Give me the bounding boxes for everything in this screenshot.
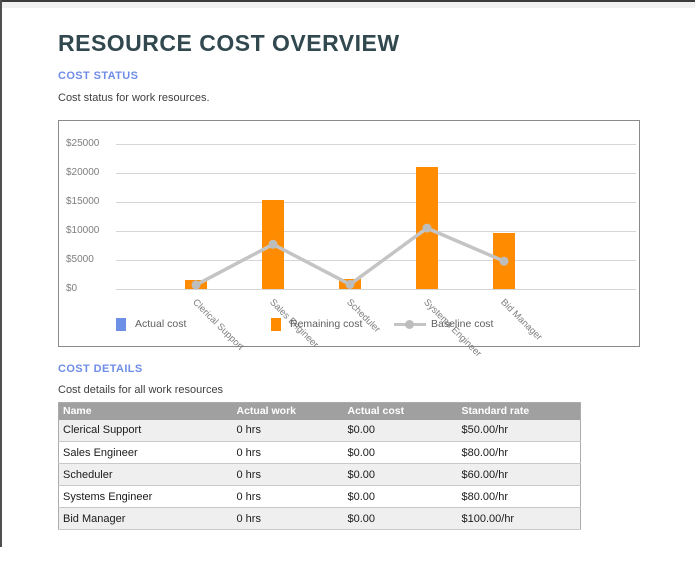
table-cell: $60.00/hr xyxy=(458,464,581,486)
table-cell: $0.00 xyxy=(344,464,458,486)
table-cell: 0 hrs xyxy=(233,442,344,464)
table-cell: $80.00/hr xyxy=(458,486,581,508)
table-cell: $50.00/hr xyxy=(458,420,581,442)
table-cell: 0 hrs xyxy=(233,420,344,442)
baseline-cost-legend-icon xyxy=(394,318,426,331)
table-cell: $0.00 xyxy=(344,442,458,464)
legend-label: Remaining cost xyxy=(290,318,362,330)
table-body: Clerical Support0 hrs$0.00$50.00/hrSales… xyxy=(59,420,581,530)
table-cell: Systems Engineer xyxy=(59,486,233,508)
cost-status-chart[interactable]: $25000$20000$15000$10000$5000$0Clerical … xyxy=(58,120,640,347)
table-row: Bid Manager0 hrs$0.00$100.00/hr xyxy=(59,508,581,530)
table-cell: $0.00 xyxy=(344,486,458,508)
table-header-cell: Standard rate xyxy=(458,403,581,420)
cost-details-heading: COST DETAILS xyxy=(58,363,143,375)
chart-plot: $25000$20000$15000$10000$5000$0Clerical … xyxy=(59,121,639,346)
line-marker xyxy=(423,224,432,233)
table-cell: Scheduler xyxy=(59,464,233,486)
legend-item: Baseline cost xyxy=(394,317,493,331)
table-cell: Sales Engineer xyxy=(59,442,233,464)
table-header-cell: Actual cost xyxy=(344,403,458,420)
table-cell: $80.00/hr xyxy=(458,442,581,464)
legend-item: Remaining cost xyxy=(271,317,362,331)
cost-details-table[interactable]: NameActual workActual costStandard rate … xyxy=(58,402,581,530)
legend-swatch xyxy=(116,318,126,331)
cost-details-description: Cost details for all work resources xyxy=(58,384,223,396)
page-title: RESOURCE COST OVERVIEW xyxy=(58,30,400,57)
cost-status-description: Cost status for work resources. xyxy=(58,92,210,104)
window-top-strip xyxy=(0,2,695,8)
table-header-row: NameActual workActual costStandard rate xyxy=(59,403,581,420)
baseline-cost-line xyxy=(59,121,639,346)
table-cell: Bid Manager xyxy=(59,508,233,530)
legend-item: Actual cost xyxy=(116,317,186,331)
table-cell: $0.00 xyxy=(344,508,458,530)
table-cell: 0 hrs xyxy=(233,508,344,530)
table-cell: $0.00 xyxy=(344,420,458,442)
table-row: Sales Engineer0 hrs$0.00$80.00/hr xyxy=(59,442,581,464)
legend-swatch xyxy=(271,318,281,331)
window-left-edge xyxy=(0,0,2,547)
line-marker xyxy=(500,257,509,266)
line-marker xyxy=(346,280,355,289)
table-cell: 0 hrs xyxy=(233,486,344,508)
table-row: Scheduler0 hrs$0.00$60.00/hr xyxy=(59,464,581,486)
report-page: RESOURCE COST OVERVIEW COST STATUS Cost … xyxy=(0,0,695,564)
table-header-cell: Name xyxy=(59,403,233,420)
table-cell: Clerical Support xyxy=(59,420,233,442)
legend-label: Baseline cost xyxy=(431,318,493,330)
cost-status-heading: COST STATUS xyxy=(58,70,138,82)
table-cell: 0 hrs xyxy=(233,464,344,486)
line-marker xyxy=(192,280,201,289)
table-header-cell: Actual work xyxy=(233,403,344,420)
line-marker xyxy=(269,240,278,249)
table-row: Clerical Support0 hrs$0.00$50.00/hr xyxy=(59,420,581,442)
table-cell: $100.00/hr xyxy=(458,508,581,530)
table-row: Systems Engineer0 hrs$0.00$80.00/hr xyxy=(59,486,581,508)
legend-label: Actual cost xyxy=(135,318,186,330)
